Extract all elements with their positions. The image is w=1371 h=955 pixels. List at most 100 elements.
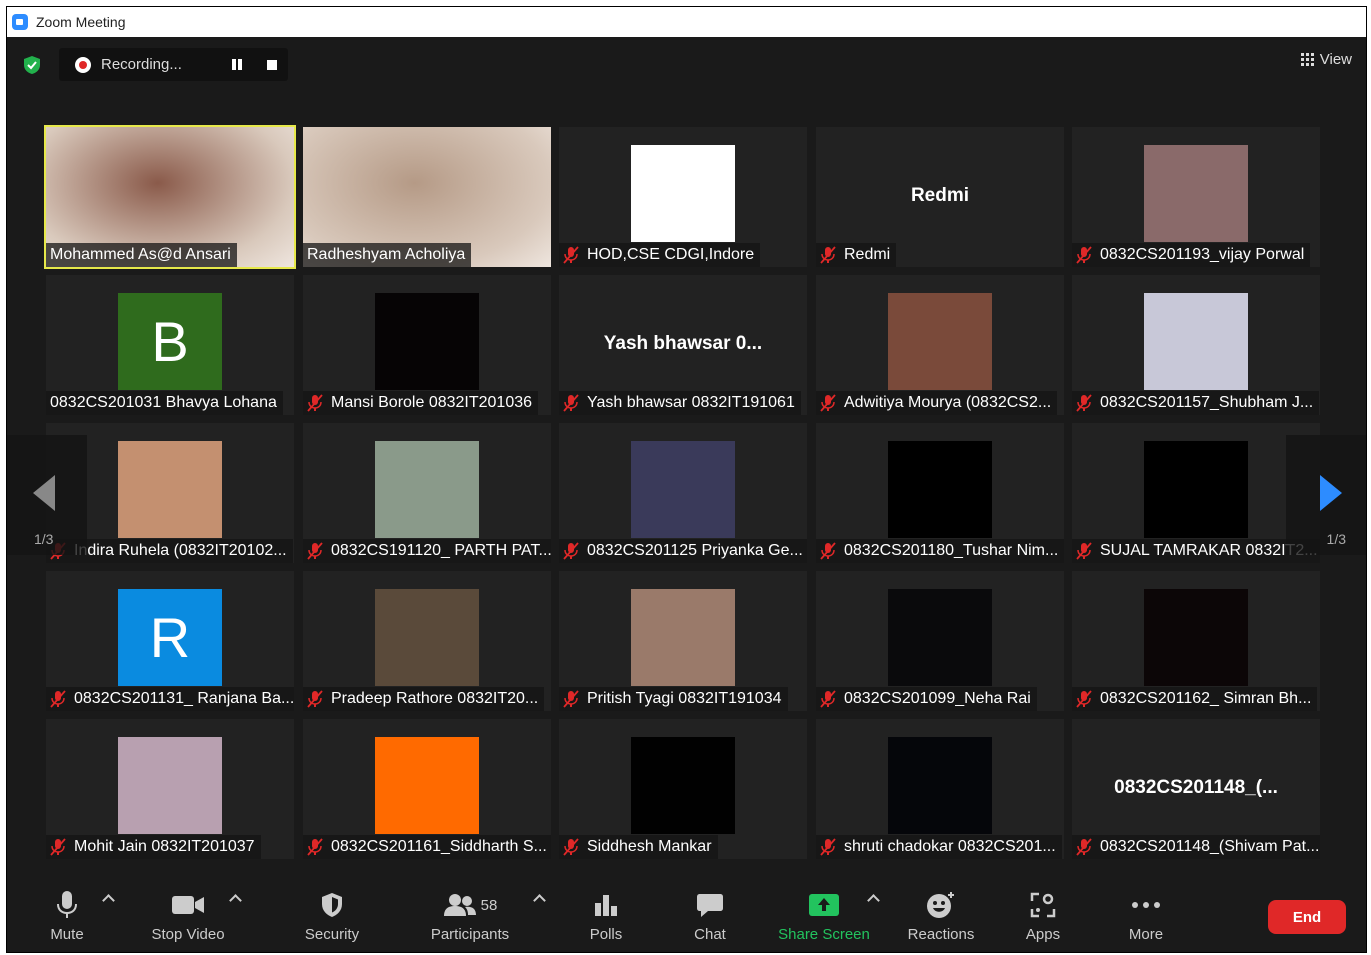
window-title: Zoom Meeting <box>36 14 126 30</box>
mute-button[interactable]: Mute <box>43 878 91 952</box>
muted-microphone-icon <box>307 690 323 708</box>
participant-name: 0832CS201031 Bhavya Lohana <box>50 394 277 411</box>
participant-tile[interactable]: 0832CS201148_(... 0832CS201148_(Shivam Pa… <box>1072 719 1320 859</box>
chat-button[interactable]: Chat <box>687 878 733 952</box>
participant-tile[interactable]: SUJAL TAMRAKAR 0832IT2... <box>1072 423 1320 563</box>
participant-name-label: 0832CS191120_ PARTH PAT... <box>303 539 551 563</box>
participant-thumbnail <box>1144 441 1248 538</box>
previous-page-button[interactable]: 1/3 <box>7 435 87 555</box>
participant-tile[interactable]: R 0832CS201131_ Ranjana Ba... <box>46 571 294 711</box>
participant-name-label: Mohit Jain 0832IT201037 <box>46 835 261 859</box>
encryption-shield-icon[interactable] <box>23 55 41 75</box>
participant-tile[interactable]: Mohammed As@d Ansari <box>44 125 296 269</box>
participant-tile[interactable]: Mansi Borole 0832IT201036 <box>303 275 551 415</box>
share-screen-button[interactable]: Share Screen <box>777 878 871 952</box>
end-meeting-button[interactable]: End <box>1268 900 1346 934</box>
muted-microphone-icon <box>820 838 836 856</box>
participant-tile[interactable]: 0832CS201162_ Simran Bh... <box>1072 571 1320 711</box>
participant-tile[interactable]: Redmi Redmi <box>816 127 1064 267</box>
participant-name: Radheshyam Acholiya <box>307 246 466 263</box>
participant-name: 0832CS201193_vijay Porwal <box>1100 246 1305 263</box>
participant-tile[interactable]: Mohit Jain 0832IT201037 <box>46 719 294 859</box>
participant-tile[interactable]: Siddhesh Mankar <box>559 719 807 859</box>
participant-name-label: Mansi Borole 0832IT201036 <box>303 391 539 415</box>
chat-label: Chat <box>694 926 726 943</box>
participant-tile[interactable]: 0832CS201193_vijay Porwal <box>1072 127 1320 267</box>
muted-microphone-icon <box>563 246 579 264</box>
participant-tile[interactable]: shruti chadokar 0832CS201... <box>816 719 1064 859</box>
participant-name: Mohit Jain 0832IT201037 <box>74 838 255 855</box>
participant-tile[interactable]: Radheshyam Acholiya <box>303 127 551 267</box>
participant-tile[interactable]: 0832CS191120_ PARTH PAT... <box>303 423 551 563</box>
security-label: Security <box>304 926 360 943</box>
participant-thumbnail <box>118 737 222 834</box>
muted-microphone-icon <box>1076 246 1092 264</box>
muted-microphone-icon <box>563 542 579 560</box>
audio-options-caret-icon[interactable] <box>102 894 115 907</box>
muted-microphone-icon <box>563 690 579 708</box>
participant-thumbnail <box>888 441 992 538</box>
reactions-button[interactable]: Reactions <box>903 878 979 952</box>
participant-name-label: 0832CS201161_Siddharth S... <box>303 835 551 859</box>
participant-tile[interactable]: B 0832CS201031 Bhavya Lohana <box>46 275 294 415</box>
security-button[interactable]: Security <box>297 878 367 952</box>
stop-video-button[interactable]: Stop Video <box>143 878 233 952</box>
participant-name: Mansi Borole 0832IT201036 <box>331 394 533 411</box>
participant-tile[interactable]: 0832CS201180_Tushar Nim... <box>816 423 1064 563</box>
participant-name: 0832CS201180_Tushar Nim... <box>844 542 1059 559</box>
polls-button[interactable]: Polls <box>583 878 629 952</box>
participant-tile[interactable]: 0832CS201099_Neha Rai <box>816 571 1064 711</box>
participant-name: Adwitiya Mourya (0832CS2... <box>844 394 1052 411</box>
participants-label: Participants <box>430 926 510 943</box>
muted-microphone-icon <box>563 838 579 856</box>
participant-tile[interactable]: Pradeep Rathore 0832IT20... <box>303 571 551 711</box>
participant-tile[interactable]: 0832CS201161_Siddharth S... <box>303 719 551 859</box>
muted-microphone-icon <box>307 542 323 560</box>
participant-tile[interactable]: 0832CS201125 Priyanka Ge... <box>559 423 807 563</box>
next-page-button[interactable]: 1/3 <box>1286 435 1366 555</box>
participants-button[interactable]: 58 Participants <box>425 878 515 952</box>
recording-label: Recording... <box>101 56 182 73</box>
apps-icon <box>1030 892 1056 918</box>
participant-thumbnail <box>375 441 479 538</box>
participant-display-name: Yash bhawsar 0... <box>603 333 763 354</box>
participant-thumbnail <box>888 293 992 390</box>
participant-name-label: 0832CS201099_Neha Rai <box>816 687 1037 711</box>
view-button[interactable]: View <box>1300 51 1352 68</box>
participant-name: Siddhesh Mankar <box>587 838 712 855</box>
participant-tile[interactable]: Yash bhawsar 0... Yash bhawsar 0832IT1910… <box>559 275 807 415</box>
participant-tile[interactable]: 0832CS201157_Shubham J... <box>1072 275 1320 415</box>
participant-name: 0832CS201161_Siddharth S... <box>331 838 547 855</box>
muted-microphone-icon <box>307 394 323 412</box>
participant-name-label: Radheshyam Acholiya <box>303 243 472 267</box>
participant-thumbnail <box>631 589 735 686</box>
more-button[interactable]: More <box>1123 878 1169 952</box>
participant-thumbnail <box>375 293 479 390</box>
participants-options-caret-icon[interactable] <box>533 894 546 907</box>
muted-microphone-icon <box>50 690 66 708</box>
meeting-topbar: Recording... View <box>7 47 1366 83</box>
participant-avatar: B <box>118 293 222 390</box>
participant-name: SUJAL TAMRAKAR 0832IT2... <box>1100 542 1318 559</box>
participant-name-label: 0832CS201131_ Ranjana Ba... <box>46 687 294 711</box>
participant-tile[interactable]: Adwitiya Mourya (0832CS2... <box>816 275 1064 415</box>
participant-tile[interactable]: HOD,CSE CDGI,Indore <box>559 127 807 267</box>
participant-name-label: Siddhesh Mankar <box>559 835 718 859</box>
participant-name: HOD,CSE CDGI,Indore <box>587 246 755 263</box>
stop-recording-icon[interactable] <box>267 60 277 70</box>
participant-thumbnail <box>888 737 992 834</box>
participant-name: 0832CS201162_ Simran Bh... <box>1100 690 1312 707</box>
participant-name-label: 0832CS201148_(Shivam Pat... <box>1072 835 1320 859</box>
participant-name-label: Yash bhawsar 0832IT191061 <box>559 391 801 415</box>
participant-name-label: Redmi <box>816 243 897 267</box>
participant-display-name: 0832CS201148_(... <box>1114 777 1278 798</box>
apps-button[interactable]: Apps <box>1021 878 1065 952</box>
pause-recording-icon[interactable] <box>232 59 243 70</box>
participants-icon <box>443 894 476 916</box>
polls-label: Polls <box>589 926 623 943</box>
muted-microphone-icon <box>307 838 323 856</box>
view-label: View <box>1319 51 1352 68</box>
apps-label: Apps <box>1025 926 1061 943</box>
participant-name: Mohammed As@d Ansari <box>50 246 231 263</box>
participant-tile[interactable]: Pritish Tyagi 0832IT191034 <box>559 571 807 711</box>
